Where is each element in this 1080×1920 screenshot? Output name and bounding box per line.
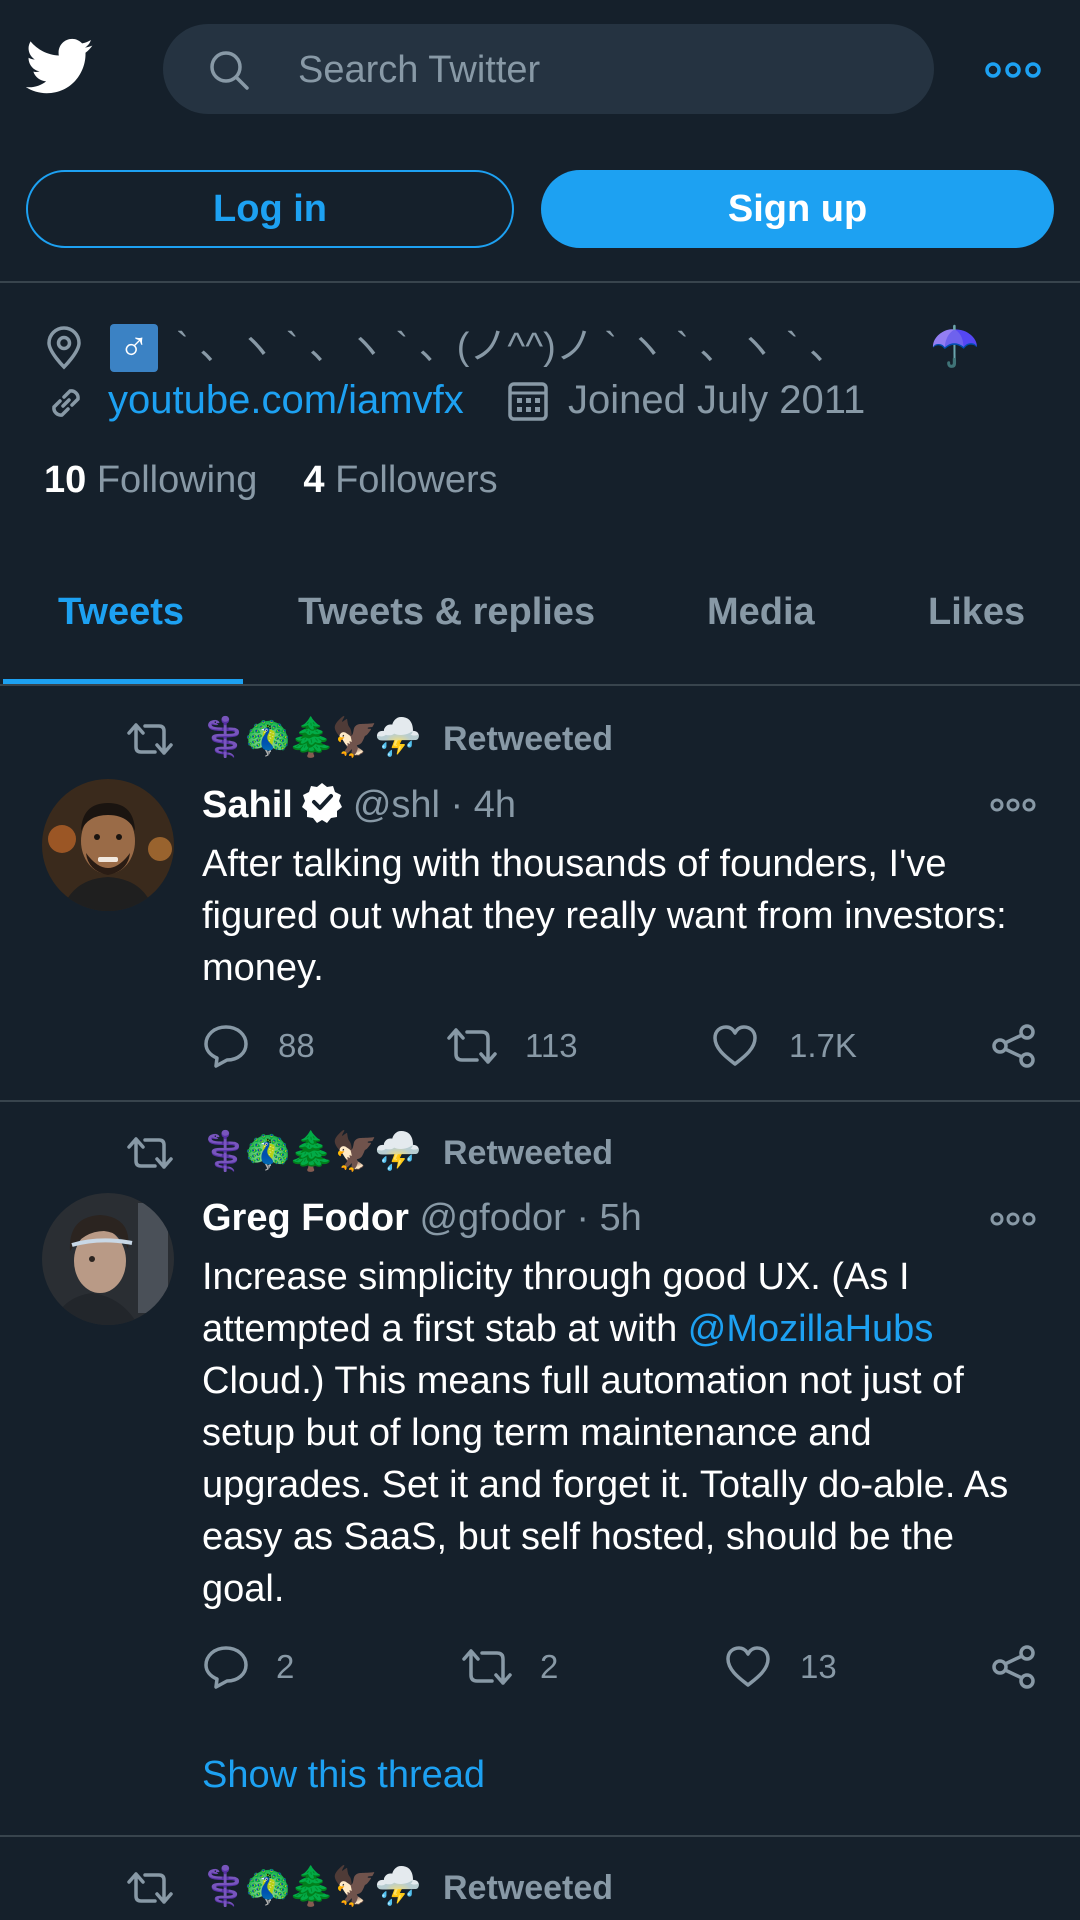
tweet-actions: 2 2 13	[202, 1642, 1042, 1692]
calendar-icon	[506, 379, 550, 423]
umbrella-emoji: ☂️	[930, 325, 980, 369]
profile-location-row: ♂ ` 、ヽ ` 、ヽ ` 、(ノ^^)ノ ` ヽ ` 、ヽ ` 、 ☂️	[44, 322, 1064, 372]
retweet-icon	[125, 719, 175, 759]
tweet-text: Increase simplicity through good UX. (As…	[202, 1251, 1042, 1615]
header-divider	[0, 281, 1080, 283]
retweet-icon	[125, 1133, 175, 1173]
retweeter-name-emojis: ⚕️🦚🌲🦅⛈️	[201, 1131, 422, 1173]
following-label: Following	[96, 459, 258, 501]
avatar[interactable]	[42, 779, 174, 911]
profile-location-text: ` 、ヽ ` 、ヽ ` 、(ノ^^)ノ ` ヽ ` 、ヽ ` 、	[176, 326, 848, 368]
more-options-icon[interactable]	[985, 60, 1041, 80]
tweet-text-end: Cloud.) This means full automation not j…	[202, 1360, 1009, 1610]
location-pin-icon	[44, 326, 84, 370]
tweet-actions: 88 113 1.7K	[202, 1021, 1042, 1071]
heart-icon	[713, 1025, 757, 1066]
tab-tweets[interactable]: Tweets	[58, 590, 184, 634]
followers-link[interactable]: 4 Followers	[303, 459, 497, 501]
like-count: 13	[800, 1648, 837, 1685]
tab-media[interactable]: Media	[707, 590, 815, 634]
search-icon	[208, 49, 250, 91]
mention-link[interactable]: @MozillaHubs	[688, 1308, 934, 1350]
show-thread-link[interactable]: Show this thread	[202, 1750, 485, 1800]
link-icon	[44, 381, 88, 425]
tweet-author-name[interactable]: Greg Fodor	[202, 1197, 409, 1239]
profile-website-link[interactable]: youtube.com/iamvfx	[108, 375, 464, 425]
tweet-text: After talking with thousands of founders…	[202, 843, 1007, 989]
auth-buttons: Log in Sign up	[0, 170, 1080, 250]
tweet-handle-time: @shl · 4h	[352, 784, 517, 826]
twitter-bird-icon[interactable]	[26, 38, 94, 98]
verified-badge-icon	[301, 781, 343, 823]
top-bar: Search Twitter	[0, 0, 1080, 138]
tweet-divider	[0, 1100, 1080, 1102]
tweet-header: Sahil @shl · 4h	[202, 780, 516, 830]
share-icon	[992, 1645, 1035, 1689]
tweet-divider	[0, 1835, 1080, 1837]
retweeted-label: Retweeted	[443, 1134, 614, 1172]
tab-likes[interactable]: Likes	[928, 590, 1025, 634]
search-input[interactable]: Search Twitter	[298, 48, 540, 92]
like-count: 1.7K	[789, 1027, 857, 1064]
following-link[interactable]: 10 Following	[44, 459, 257, 501]
tabs-divider	[0, 684, 1080, 686]
retweeter-name-emojis: ⚕️🦚🌲🦅⛈️	[201, 1866, 422, 1908]
reply-count: 88	[278, 1027, 315, 1064]
share-icon	[992, 1024, 1035, 1068]
retweet-icon	[125, 1868, 175, 1908]
follow-stats: 10 Following 4 Followers	[44, 455, 498, 505]
followers-label: Followers	[335, 459, 498, 501]
tweet-handle-time: @gfodor · 5h	[419, 1197, 642, 1239]
profile-link-row: youtube.com/iamvfx Joined July 2011	[44, 375, 1064, 425]
followers-count: 4	[303, 459, 325, 501]
joined-date: Joined July 2011	[568, 378, 866, 422]
retweet-count: 113	[525, 1027, 578, 1064]
retweet-context: ⚕️🦚🌲🦅⛈️ Retweeted	[125, 1127, 1025, 1177]
retweet-context: ⚕️🦚🌲🦅⛈️ Retweeted	[125, 1862, 1025, 1912]
tweet-header: Greg Fodor @gfodor · 5h	[202, 1193, 642, 1243]
reply-icon	[204, 1025, 248, 1068]
retweet-context: ⚕️🦚🌲🦅⛈️ Retweeted	[125, 713, 1025, 763]
retweeted-label: Retweeted	[443, 720, 614, 758]
retweet-icon	[462, 1649, 512, 1685]
retweet-icon	[447, 1028, 497, 1064]
retweet-count: 2	[540, 1648, 559, 1685]
tab-tweets-replies[interactable]: Tweets & replies	[298, 590, 595, 634]
search-bar[interactable]: Search Twitter	[163, 24, 934, 114]
login-button[interactable]: Log in	[26, 170, 514, 248]
tweet-more-icon[interactable]	[990, 796, 1036, 814]
avatar[interactable]	[42, 1193, 174, 1325]
profile-tabs: Tweets Tweets & replies Media Likes	[0, 560, 1080, 684]
reply-icon	[204, 1646, 248, 1689]
male-sign-emoji: ♂	[110, 324, 158, 372]
heart-icon	[726, 1646, 770, 1687]
following-count: 10	[44, 459, 87, 501]
tweet-more-icon[interactable]	[990, 1210, 1036, 1228]
tweet-author-name[interactable]: Sahil	[202, 784, 293, 826]
signup-button[interactable]: Sign up	[541, 170, 1054, 248]
retweeted-label: Retweeted	[443, 1869, 614, 1907]
reply-count: 2	[276, 1648, 295, 1685]
retweeter-name-emojis: ⚕️🦚🌲🦅⛈️	[201, 717, 422, 759]
